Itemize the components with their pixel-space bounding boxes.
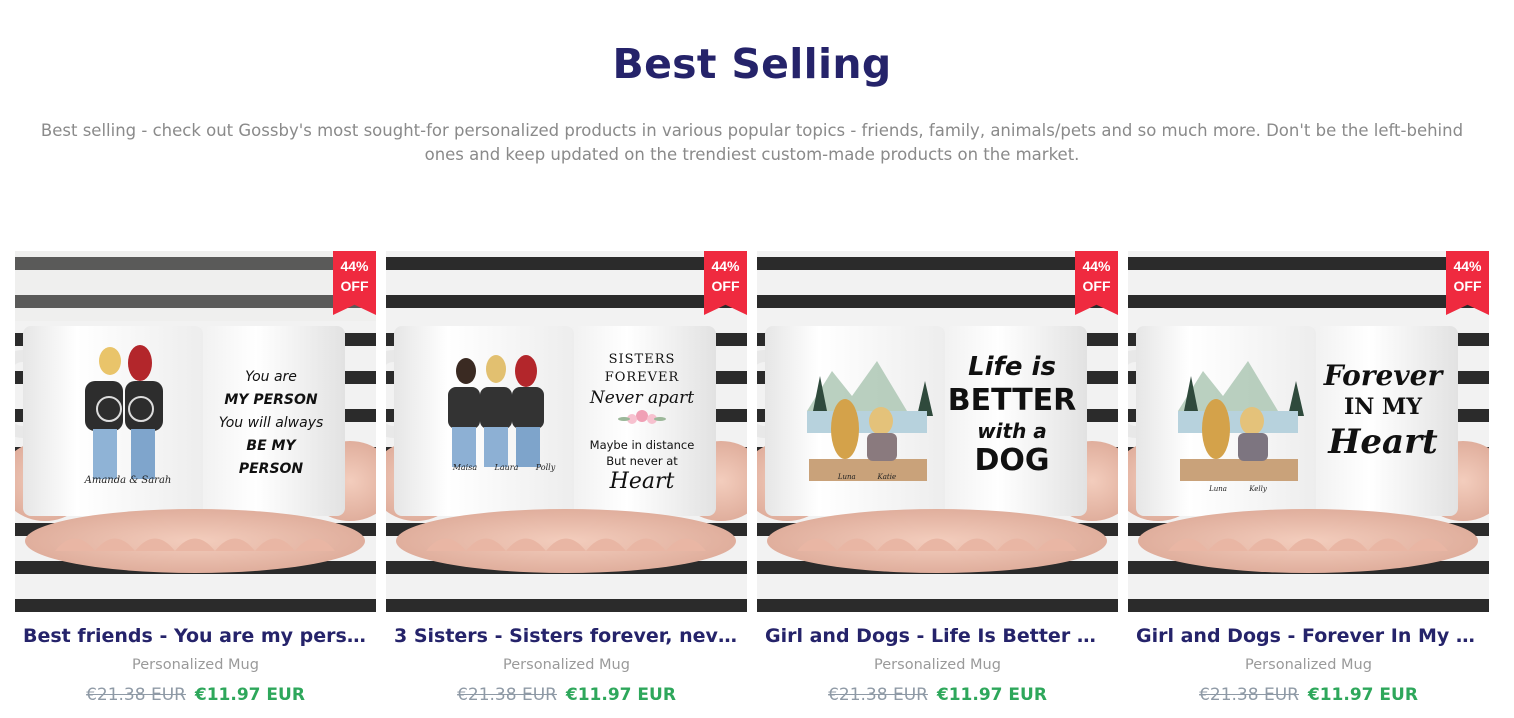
old-price: €21.38 EUR (86, 685, 186, 705)
product-type: Personalized Mug (1245, 657, 1372, 673)
mug-text: Life is BETTER with a DOG (947, 352, 1077, 478)
product-card[interactable]: You are MY PERSON You will always BE MY … (15, 251, 376, 718)
section-title: Best Selling (612, 40, 892, 88)
mug-text: You are MY PERSON You will always BE MY … (218, 369, 324, 477)
product-title[interactable]: 3 Sisters - Sisters forever, never apart (386, 625, 747, 647)
product-image[interactable]: Forever IN MY Heart Luna Kelly 44% OFF (1128, 251, 1489, 612)
mug-text: Forever IN MY Heart (1323, 359, 1443, 462)
mug-names: Luna Kelly (1209, 485, 1267, 493)
product-price: €21.38 EUR €11.97 EUR (757, 685, 1118, 705)
product-title[interactable]: Girl and Dogs - Forever In My Heart (1128, 625, 1489, 647)
product-title[interactable]: Girl and Dogs - Life Is Better With a Do… (757, 625, 1118, 647)
product-price: €21.38 EUR €11.97 EUR (386, 685, 747, 705)
section-description: Best selling - check out Gossby's most s… (40, 121, 1464, 164)
old-price: €21.38 EUR (828, 685, 928, 705)
product-type: Personalized Mug (874, 657, 1001, 673)
mug-text: SISTERS FOREVER Never apart Maybe in dis… (589, 352, 695, 494)
mug-names: Luna Katie (837, 473, 897, 481)
product-title[interactable]: Best friends - You are my person, You wi… (15, 625, 376, 647)
product-image[interactable]: SISTERS FOREVER Never apart Maybe in dis… (386, 251, 747, 612)
sale-price: €11.97 EUR (936, 685, 1047, 705)
product-card[interactable]: Forever IN MY Heart Luna Kelly 44% OFF G… (1128, 251, 1489, 718)
product-image[interactable]: You are MY PERSON You will always BE MY … (15, 251, 376, 612)
product-price: €21.38 EUR €11.97 EUR (15, 685, 376, 705)
sale-price: €11.97 EUR (565, 685, 676, 705)
product-type: Personalized Mug (503, 657, 630, 673)
product-image[interactable]: Life is BETTER with a DOG Luna Katie 44%… (757, 251, 1118, 612)
illustration-sisters (448, 355, 544, 467)
product-price: €21.38 EUR €11.97 EUR (1128, 685, 1489, 705)
old-price: €21.38 EUR (1199, 685, 1299, 705)
product-card[interactable]: SISTERS FOREVER Never apart Maybe in dis… (386, 251, 747, 718)
mug-names: Amanda & Sarah (84, 475, 172, 486)
mug-names: Maisa Laura Polly (452, 463, 556, 472)
product-card[interactable]: Life is BETTER with a DOG Luna Katie 44%… (757, 251, 1118, 718)
sale-price: €11.97 EUR (194, 685, 305, 705)
product-type: Personalized Mug (132, 657, 259, 673)
sale-price: €11.97 EUR (1307, 685, 1418, 705)
product-grid: You are MY PERSON You will always BE MY … (15, 251, 1495, 718)
old-price: €21.38 EUR (457, 685, 557, 705)
